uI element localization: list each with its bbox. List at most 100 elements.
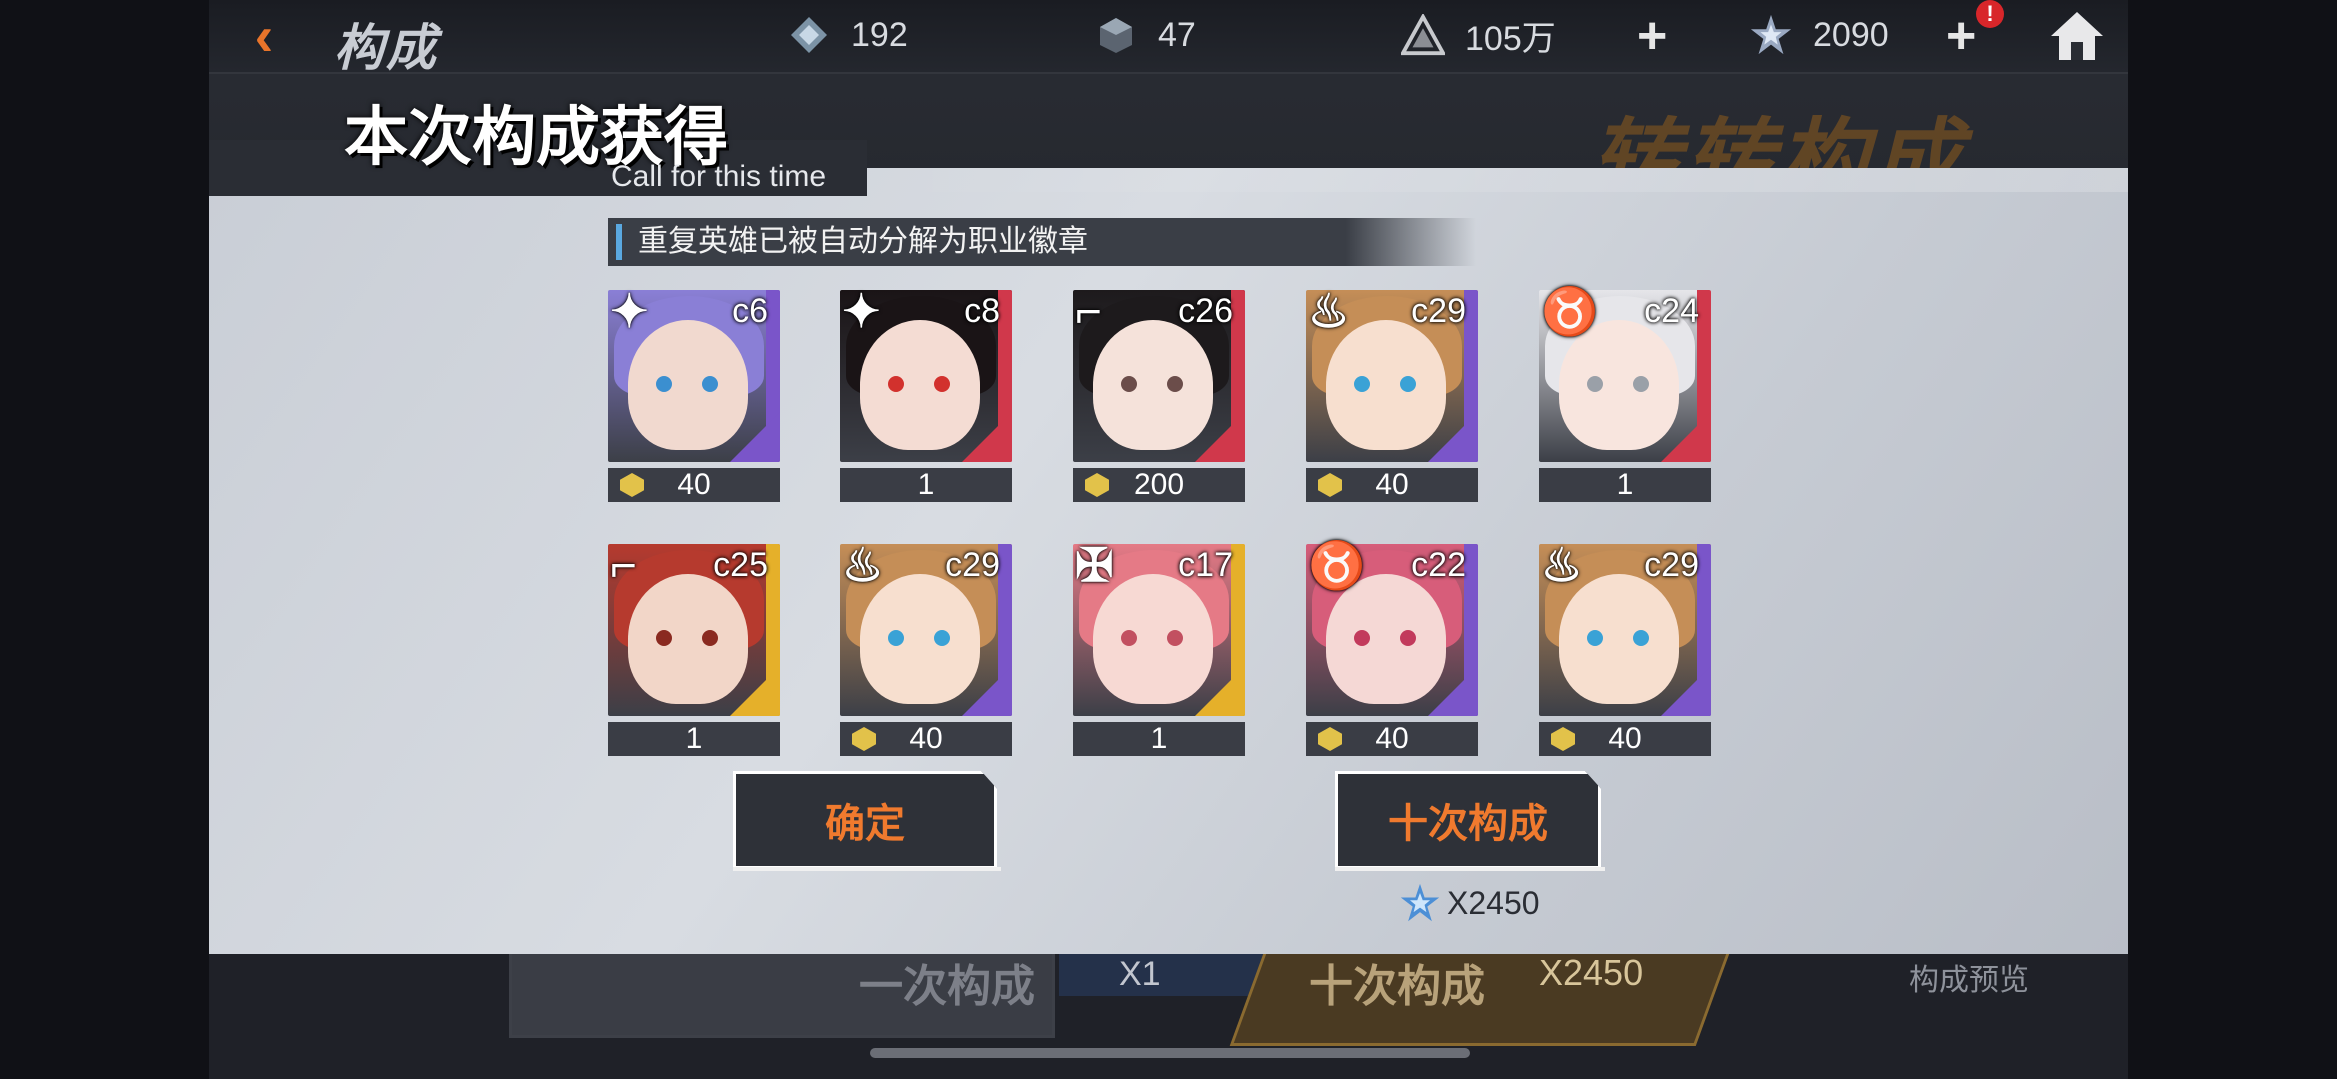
dialog-highlight bbox=[849, 168, 2128, 192]
alert-badge: ! bbox=[1976, 0, 2004, 28]
hero-code: c29 bbox=[1411, 292, 1466, 330]
class-badge-icon bbox=[852, 727, 876, 751]
hero-count-bar: 40 bbox=[840, 722, 1012, 756]
flame-class-icon: ♨ bbox=[1308, 285, 1350, 337]
hero-card[interactable]: ✦ c8 1 bbox=[840, 285, 1012, 502]
gun-class-icon: ⌐ bbox=[1075, 285, 1102, 337]
hero-count-bar: 40 bbox=[608, 468, 780, 502]
horned-class-icon: ♉ bbox=[1308, 539, 1366, 591]
rarity-corner bbox=[1661, 412, 1711, 462]
hero-count-bar: 40 bbox=[1306, 722, 1478, 756]
hero-card[interactable]: ♨ c29 40 bbox=[1539, 539, 1711, 756]
confirm-button-underline bbox=[733, 867, 1001, 871]
hero-eye bbox=[656, 376, 672, 392]
ten-pull-button[interactable]: 十次构成 bbox=[1335, 771, 1601, 869]
rarity-corner bbox=[962, 412, 1012, 462]
hero-code: c8 bbox=[964, 292, 1000, 330]
add-star-button[interactable]: + bbox=[1946, 6, 1976, 66]
hero-count: 1 bbox=[1150, 722, 1168, 755]
background-ten-pull-cost: X2450 bbox=[1539, 952, 1644, 993]
gun-class-icon: ⌐ bbox=[610, 539, 637, 591]
background-single-pull-label: 一次构成 bbox=[859, 962, 1035, 1011]
background-preview-label: 构成预览 bbox=[1909, 964, 2029, 997]
hero-eye bbox=[1400, 376, 1416, 392]
rarity-corner bbox=[1428, 412, 1478, 462]
hero-eye bbox=[1633, 630, 1649, 646]
hero-card[interactable]: ⌐ c25 1 bbox=[608, 539, 780, 756]
hero-count: 200 bbox=[1133, 468, 1185, 501]
hero-count: 1 bbox=[1616, 468, 1634, 501]
resource-crystal: 192 bbox=[787, 10, 908, 60]
notice-text: 重复英雄已被自动分解为职业徽章 bbox=[638, 225, 1088, 258]
rarity-corner bbox=[962, 666, 1012, 716]
hero-count: 1 bbox=[685, 722, 703, 755]
hero-count-bar: 1 bbox=[1073, 722, 1245, 756]
hero-eye bbox=[1587, 630, 1603, 646]
ten-pull-button-underline bbox=[1335, 867, 1605, 871]
hero-code: c6 bbox=[732, 292, 768, 330]
class-badge-icon bbox=[1318, 473, 1342, 497]
shuriken-class-icon: ✦ bbox=[842, 285, 881, 337]
ten-pull-cost-value: X2450 bbox=[1447, 884, 1540, 921]
rarity-corner bbox=[1661, 666, 1711, 716]
class-badge-icon bbox=[1085, 473, 1109, 497]
hero-eye bbox=[656, 630, 672, 646]
gold-pyramid-icon bbox=[1401, 13, 1445, 57]
rarity-corner bbox=[1428, 666, 1478, 716]
hero-count: 40 bbox=[1375, 468, 1409, 501]
hero-card[interactable]: ✦ c6 40 bbox=[608, 285, 780, 502]
resource-star: 2090 bbox=[1749, 10, 1889, 60]
back-arrow-icon[interactable]: ‹ bbox=[229, 8, 299, 64]
hero-card[interactable]: ⌐ c26 200 bbox=[1073, 285, 1245, 502]
rarity-corner bbox=[1195, 666, 1245, 716]
resource-gold: 105万 bbox=[1401, 10, 1556, 60]
hero-eye bbox=[1587, 376, 1603, 392]
star-gem-icon bbox=[1400, 883, 1440, 922]
game-viewport: 转转构成 一次构成 X1 十次构成 X2450 构成预览 ‹ 构成 192 47 bbox=[209, 0, 2128, 1079]
hero-card[interactable]: ✠ c17 1 bbox=[1073, 539, 1245, 756]
ten-pull-button-label: 十次构成 bbox=[1388, 802, 1548, 846]
duplicate-notice: 重复英雄已被自动分解为职业徽章 bbox=[608, 218, 1476, 266]
hero-count: 40 bbox=[1608, 722, 1642, 755]
hero-card[interactable]: ♉ c24 1 bbox=[1539, 285, 1711, 502]
hero-card[interactable]: ♨ c29 40 bbox=[1306, 285, 1478, 502]
hero-count-bar: 40 bbox=[1539, 722, 1711, 756]
add-gold-button[interactable]: + bbox=[1637, 6, 1667, 66]
hero-count-bar: 40 bbox=[1306, 468, 1478, 502]
resource-star-value: 2090 bbox=[1813, 15, 1889, 54]
hero-count-bar: 1 bbox=[1539, 468, 1711, 502]
hero-count: 40 bbox=[909, 722, 943, 755]
hero-code: c22 bbox=[1411, 546, 1466, 584]
hero-eye bbox=[1354, 376, 1370, 392]
hero-code: c25 bbox=[713, 546, 768, 584]
hero-eye bbox=[1354, 630, 1370, 646]
hero-eye bbox=[888, 376, 904, 392]
ten-pull-cost: X2450 bbox=[1399, 882, 1540, 924]
hero-code: c29 bbox=[1644, 546, 1699, 584]
hero-eye bbox=[1121, 630, 1137, 646]
hero-eye bbox=[934, 376, 950, 392]
class-badge-icon bbox=[1551, 727, 1575, 751]
resource-cube-value: 47 bbox=[1158, 15, 1196, 54]
hero-card[interactable]: ♨ c29 40 bbox=[840, 539, 1012, 756]
hero-code: c17 bbox=[1178, 546, 1233, 584]
rarity-corner bbox=[1195, 412, 1245, 462]
hero-eye bbox=[1167, 376, 1183, 392]
hero-code: c26 bbox=[1178, 292, 1233, 330]
background-ten-pull-label: 十次构成 bbox=[1309, 962, 1485, 1011]
crystal-icon bbox=[787, 13, 831, 57]
resource-crystal-value: 192 bbox=[851, 15, 908, 54]
star-gem-icon bbox=[1749, 13, 1793, 57]
confirm-button[interactable]: 确定 bbox=[733, 771, 997, 869]
confirm-button-label: 确定 bbox=[825, 802, 905, 846]
home-icon[interactable] bbox=[2049, 8, 2105, 64]
rarity-corner bbox=[730, 666, 780, 716]
hero-eye bbox=[934, 630, 950, 646]
hero-count-bar: 1 bbox=[608, 722, 780, 756]
hero-count: 40 bbox=[677, 468, 711, 501]
hero-count: 40 bbox=[1375, 722, 1409, 755]
hero-card[interactable]: ♉ c22 40 bbox=[1306, 539, 1478, 756]
notice-accent bbox=[616, 224, 622, 260]
screen: 转转构成 一次构成 X1 十次构成 X2450 构成预览 ‹ 构成 192 47 bbox=[0, 0, 2337, 1079]
class-badge-icon bbox=[1318, 727, 1342, 751]
